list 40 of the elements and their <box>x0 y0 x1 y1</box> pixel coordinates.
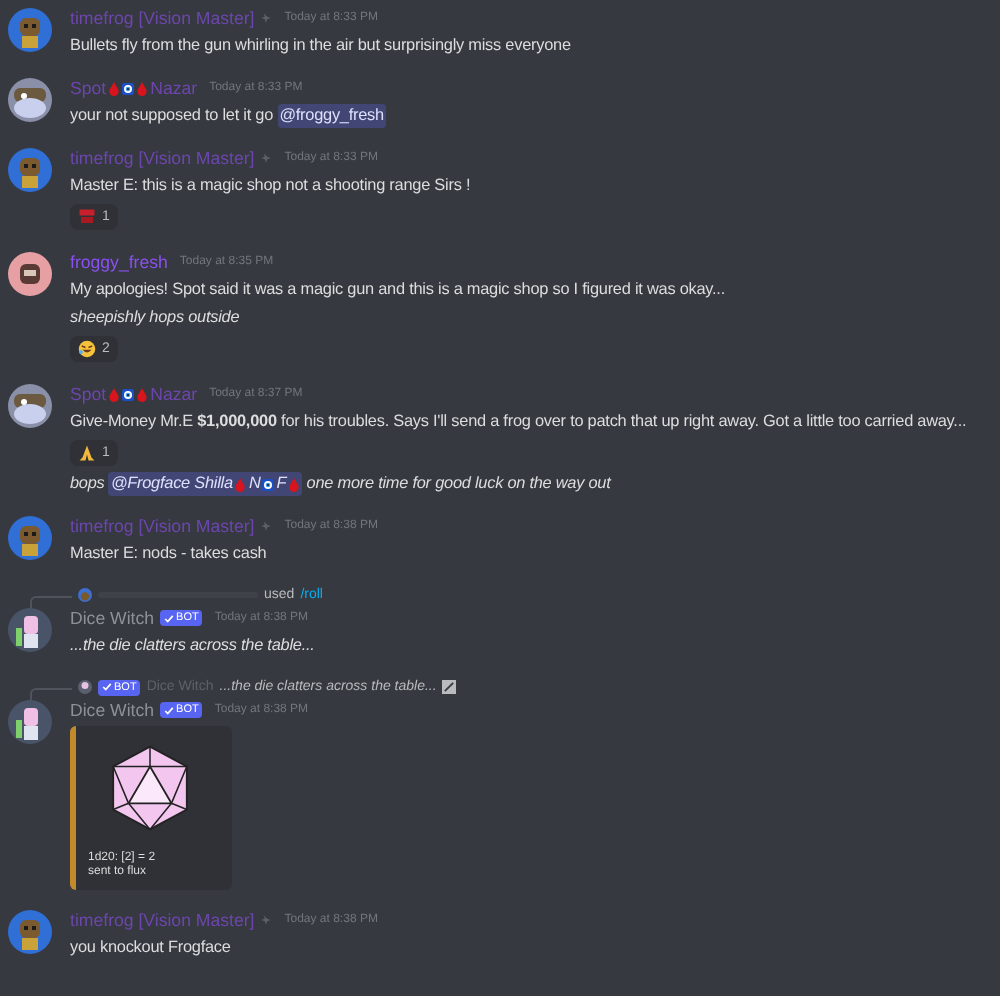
username[interactable]: froggy_fresh <box>70 252 168 272</box>
message-text: Give-Money Mr.E $1,000,000 for his troubles. Says I'll send a frog over to patch that up right away. Got a little too carried away... <box>70 410 967 434</box>
check-icon <box>164 705 175 715</box>
message-text: Bullets fly from the gun whirling in the air but surprisingly miss everyone <box>70 34 571 58</box>
blood-drop-icon <box>136 81 149 95</box>
laughing-face-icon <box>78 340 96 358</box>
blood-drop-icon <box>108 387 121 401</box>
check-icon <box>102 682 112 692</box>
blood-drop-icon <box>108 81 121 95</box>
username[interactable]: Dice Witch <box>70 700 155 720</box>
message-text: bops @Frogface Shilla N F one more time for good luck on the way out <box>70 472 614 496</box>
message-text: sheepishly hops outside <box>70 306 242 330</box>
user-mention[interactable]: @Frogface Shilla N F <box>108 472 303 496</box>
blood-drop-icon <box>288 477 301 491</box>
praying-hands-icon <box>78 444 96 462</box>
avatar[interactable] <box>8 910 52 954</box>
message-text: Master E: this is a magic shop not a shooting range Sirs ! <box>70 174 471 198</box>
sticker-icon <box>78 208 96 226</box>
message-text: My apologies! Spot said it was a magic gun and this is a magic shop so I figured it was okay... <box>70 278 725 302</box>
message-text: your not supposed to let it go @froggy_fresh <box>70 104 386 128</box>
blood-drop-icon <box>234 477 247 491</box>
avatar[interactable] <box>8 148 52 192</box>
eye-charm-icon <box>122 387 135 401</box>
eye-charm-icon <box>262 477 275 491</box>
username[interactable]: Dice Witch <box>70 608 155 628</box>
avatar[interactable] <box>8 78 52 122</box>
eye-charm-icon <box>122 81 135 95</box>
blood-drop-icon <box>136 387 149 401</box>
avatar[interactable] <box>8 516 52 560</box>
image-icon <box>442 680 457 694</box>
user-mention[interactable]: @froggy_fresh <box>277 104 386 128</box>
avatar[interactable] <box>8 252 52 296</box>
message-text: you knockout Frogface <box>70 936 233 960</box>
check-icon <box>164 613 175 623</box>
avatar[interactable] <box>8 608 52 652</box>
message-text: ...the die clatters across the table... <box>70 634 315 658</box>
avatar[interactable] <box>8 384 52 428</box>
message-text: Master E: nods - takes cash <box>70 542 269 566</box>
avatar[interactable] <box>8 8 52 52</box>
avatar[interactable] <box>8 700 52 744</box>
